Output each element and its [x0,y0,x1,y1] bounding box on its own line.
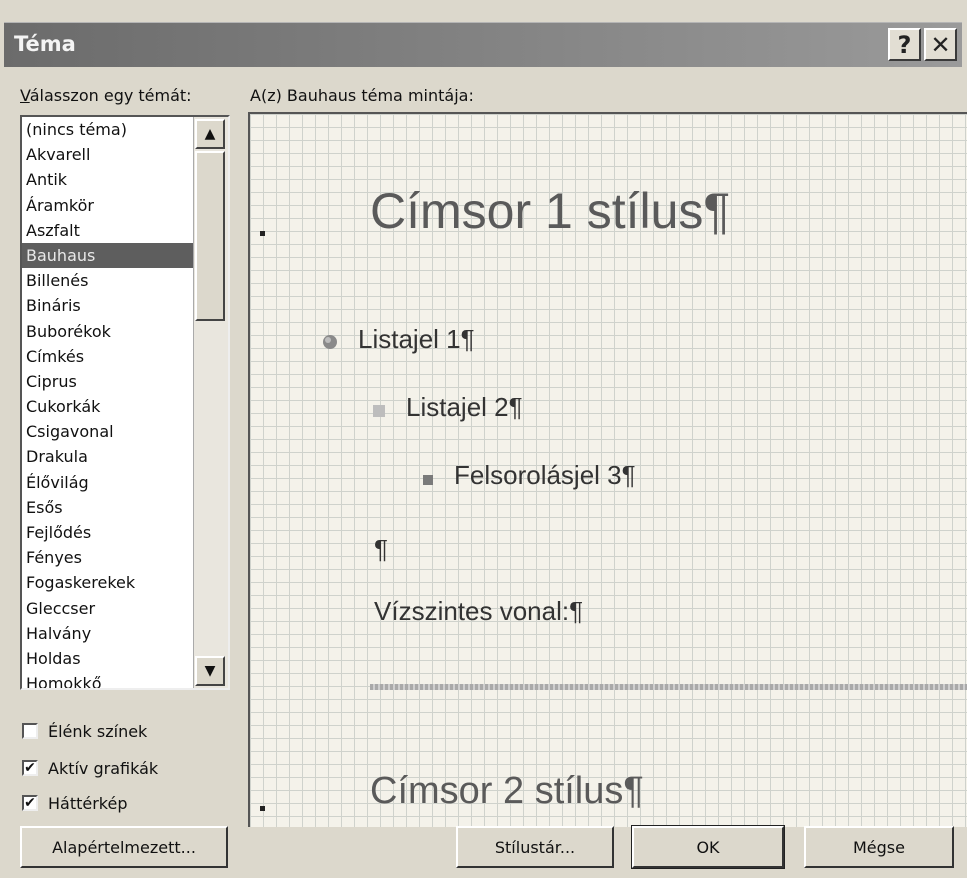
theme-list-item[interactable]: (nincs téma) [22,117,194,142]
bullet2-text: Listajel 2¶ [406,392,523,422]
vivid-colors-label: Élénk színek [48,721,148,741]
horizontal-rule [370,684,967,690]
theme-list-item[interactable]: Halvány [22,621,194,646]
background-image-checkbox[interactable]: ✔ Háttérkép [22,792,128,814]
theme-list-item[interactable]: Fejlődés [22,520,194,545]
scroll-down-button[interactable]: ▼ [195,656,225,686]
theme-list-item[interactable]: Akvarell [22,142,194,167]
round-bullet-icon [322,326,338,357]
title-bar[interactable]: Téma ? ✕ [4,22,962,67]
close-icon: ✕ [930,30,951,59]
vivid-colors-box[interactable] [22,723,38,739]
theme-dialog: Téma ? ✕ Válasszon egy témát: A(z) Bauha… [0,0,967,878]
active-graphics-checkbox[interactable]: ✔ Aktív grafikák [22,757,158,779]
theme-list-item[interactable]: Áramkör [22,193,194,218]
theme-list-item[interactable]: Buborékok [22,319,194,344]
background-image-label: Háttérkép [48,793,128,813]
square-bullet-icon [372,394,386,425]
window-title: Téma [14,32,76,56]
ok-button[interactable]: OK [631,825,785,869]
theme-list-item[interactable]: Ciprus [22,369,194,394]
bullet1-text: Listajel 1¶ [358,324,475,354]
theme-list-item[interactable]: Holdas [22,646,194,671]
preview-bullet2: Listajel 2¶ [372,392,523,425]
arrow-up-icon: ▲ [204,126,216,142]
active-graphics-box[interactable]: ✔ [22,760,38,776]
checkmark-icon: ✔ [24,760,36,776]
theme-list-item[interactable]: Cukorkák [22,394,194,419]
theme-list-item[interactable]: Élővilág [22,470,194,495]
theme-listbox[interactable]: (nincs téma) Akvarell Antik Áramkör Aszfalt B… [20,115,230,690]
ok-label: OK [696,837,720,857]
cancel-button[interactable]: Mégse [804,826,954,868]
help-button[interactable]: ? [888,28,921,61]
theme-list-item[interactable]: Aszfalt [22,218,194,243]
preview-empty-paragraph: ¶ [374,534,388,564]
bullet3-text: Felsorolásjel 3¶ [454,460,636,490]
theme-list-item[interactable]: Címkés [22,344,194,369]
arrow-down-icon: ▼ [204,663,216,679]
theme-list-item[interactable]: Fogaskerekek [22,570,194,595]
theme-list-item[interactable]: Antik [22,167,194,192]
theme-list-item[interactable]: Billenés [22,268,194,293]
active-graphics-label: Aktív grafikák [48,758,159,778]
style-gallery-label: Stílustár... [494,837,576,857]
theme-list-item[interactable]: Bináris [22,293,194,318]
preview-heading1: Címsor 1 stílus¶ [370,183,731,239]
preview-bullet3: Felsorolásjel 3¶ [422,460,636,493]
theme-list-item[interactable]: Drakula [22,444,194,469]
style-gallery-button[interactable]: Stílustár... [456,826,614,868]
theme-list-item[interactable]: Esős [22,495,194,520]
theme-list[interactable]: (nincs téma) Akvarell Antik Áramkör Aszfalt B… [22,117,194,688]
preview-heading2: Címsor 2 stílus¶ [370,770,644,812]
theme-list-item[interactable]: Fényes [22,545,194,570]
theme-list-item[interactable]: Homokkő [22,671,194,688]
preview-hr-label: Vízszintes vonal:¶ [374,596,584,626]
theme-list-item[interactable]: Gleccser [22,596,194,621]
theme-preview: Címsor 1 stílus¶ Listajel 1¶ Listajel 2¶… [248,112,967,827]
scroll-up-button[interactable]: ▲ [195,119,225,149]
help-icon: ? [897,30,912,59]
background-image-box[interactable]: ✔ [22,795,38,811]
theme-list-item[interactable]: Csigavonal [22,419,194,444]
cancel-label: Mégse [853,837,905,857]
checkmark-icon: ✔ [24,795,36,811]
paragraph-marker [260,231,265,236]
vivid-colors-checkbox[interactable]: Élénk színek [22,720,147,742]
scroll-thumb[interactable] [195,151,225,321]
theme-list-label: Válasszon egy témát: [20,86,192,105]
default-button-label: Alapértelmezett... [52,837,196,857]
preview-label: A(z) Bauhaus téma mintája: [250,86,474,105]
default-button[interactable]: Alapértelmezett... [20,826,228,868]
preview-bullet1: Listajel 1¶ [322,324,475,357]
small-square-bullet-icon [422,462,434,493]
theme-list-item[interactable]: Bauhaus [22,242,194,269]
list-scrollbar[interactable]: ▲ ▼ [193,117,228,688]
close-button[interactable]: ✕ [924,28,957,61]
paragraph-marker-2 [260,806,265,811]
